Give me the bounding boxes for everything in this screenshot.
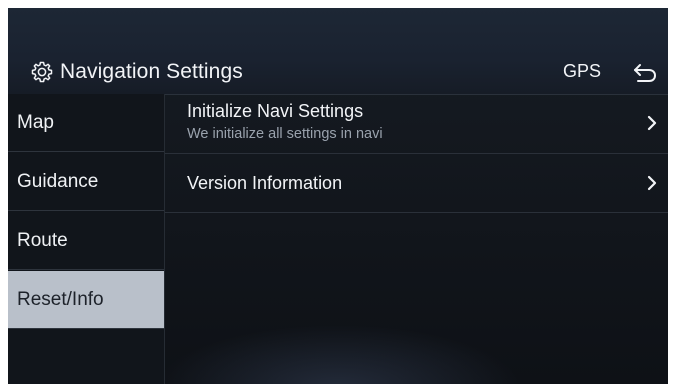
version-information-row[interactable]: Version Information <box>165 154 668 213</box>
sidebar-item-label: Reset/Info <box>17 288 104 310</box>
sidebar-item-label: Route <box>17 229 68 251</box>
row-subtitle: We initialize all settings in navi <box>187 126 383 142</box>
sidebar-item-reset-info[interactable]: Reset/Info <box>8 271 164 329</box>
sidebar-item-label: Map <box>17 111 54 133</box>
chevron-right-icon <box>647 175 657 191</box>
header-bar: Navigation Settings GPS <box>8 8 668 95</box>
title-group: Navigation Settings <box>30 58 243 86</box>
gear-icon <box>31 61 53 83</box>
chevron-right-icon <box>647 115 657 131</box>
row-title: Initialize Navi Settings <box>187 101 364 121</box>
initialize-navi-settings-row[interactable]: Initialize Navi Settings We initialize a… <box>165 94 668 154</box>
gps-button[interactable]: GPS <box>563 61 601 82</box>
navigation-settings-screen: Navigation Settings GPS Map Guidance Rou… <box>8 8 668 384</box>
back-arrow-icon[interactable] <box>632 60 658 84</box>
row-title: Version Information <box>187 173 343 193</box>
sidebar-item-route[interactable]: Route <box>8 212 164 270</box>
sidebar-item-map[interactable]: Map <box>8 94 164 152</box>
settings-sidebar: Map Guidance Route Reset/Info <box>8 94 164 384</box>
settings-content: Initialize Navi Settings We initialize a… <box>165 94 668 384</box>
page-title: Navigation Settings <box>60 60 243 83</box>
sidebar-item-label: Guidance <box>17 170 99 192</box>
sidebar-item-guidance[interactable]: Guidance <box>8 153 164 211</box>
